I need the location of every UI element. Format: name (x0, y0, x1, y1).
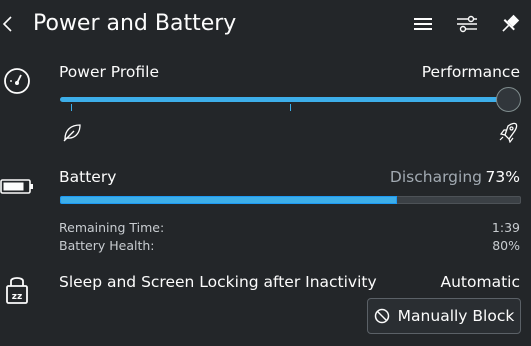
configure-button[interactable] (451, 8, 483, 40)
manually-block-label: Manually Block (397, 307, 515, 325)
sleep-value: Automatic (440, 273, 521, 291)
block-icon (374, 308, 389, 324)
slider-tick (71, 104, 72, 111)
svg-text:zz: zz (12, 292, 22, 302)
power-profile-slider-handle[interactable] (496, 87, 521, 112)
slider-tick (290, 104, 291, 111)
battery-icon (0, 176, 34, 196)
back-button[interactable] (0, 10, 18, 38)
menu-button[interactable] (407, 8, 439, 40)
lock-sleep-icon: zz (6, 277, 28, 304)
battery-percent: 73% (485, 168, 520, 186)
battery-health-value: 80% (492, 238, 520, 253)
power-profile-slider[interactable] (60, 97, 512, 102)
power-save-button[interactable] (61, 121, 83, 143)
leaf-icon (63, 124, 81, 142)
battery-label: Battery (59, 168, 117, 186)
pin-icon (502, 14, 520, 32)
sleep-label: Sleep and Screen Locking after Inactivit… (59, 273, 377, 291)
battery-icon (0, 179, 33, 194)
page-title: Power and Battery (33, 11, 237, 36)
battery-progress-fill (60, 196, 397, 204)
power-profile-icon (3, 67, 31, 95)
chevron-left-icon (2, 16, 12, 32)
remaining-time-label: Remaining Time: (59, 220, 165, 235)
remaining-time-value: 1:39 (491, 220, 520, 235)
settings-sliders-icon (457, 15, 477, 33)
speedometer-icon (4, 68, 30, 94)
sleep-lock-icon: zz (5, 272, 29, 306)
manually-block-button[interactable]: Manually Block (367, 298, 521, 334)
battery-health-label: Battery Health: (59, 238, 155, 253)
rocket-icon (499, 122, 518, 143)
hamburger-menu-icon (414, 18, 432, 30)
pin-button[interactable] (494, 8, 526, 40)
performance-button[interactable] (497, 121, 519, 143)
battery-status: Discharging (389, 168, 482, 186)
power-profile-value: Performance (421, 63, 520, 81)
power-profile-label: Power Profile (59, 63, 159, 81)
